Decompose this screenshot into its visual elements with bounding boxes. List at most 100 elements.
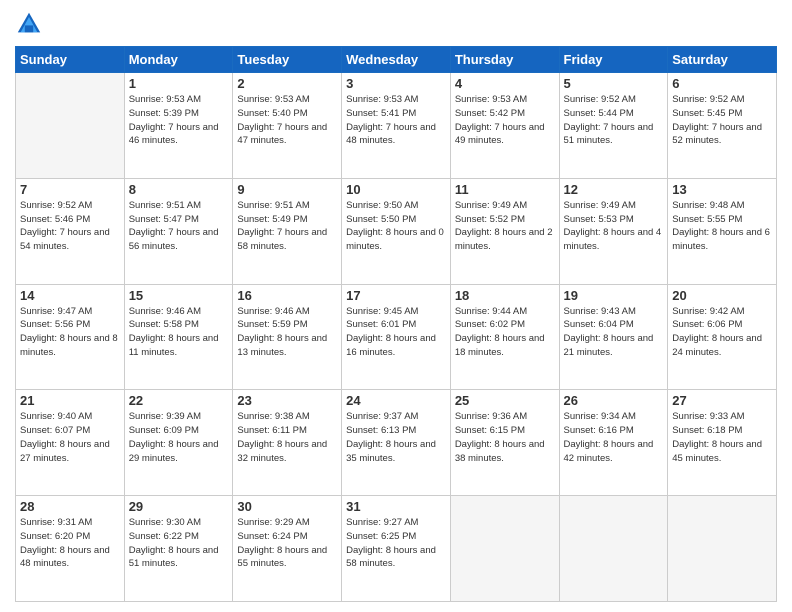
day-number: 1 bbox=[129, 76, 229, 91]
calendar-cell: 6 Sunrise: 9:52 AMSunset: 5:45 PMDaylight… bbox=[668, 73, 777, 179]
day-info: Sunrise: 9:45 AMSunset: 6:01 PMDaylight:… bbox=[346, 305, 446, 360]
day-number: 2 bbox=[237, 76, 337, 91]
day-info: Sunrise: 9:51 AMSunset: 5:49 PMDaylight:… bbox=[237, 199, 337, 254]
calendar-cell: 26Sunrise: 9:34 AMSunset: 6:16 PMDayligh… bbox=[559, 390, 668, 496]
calendar-cell: 23 Sunrise: 9:38 AMSunset: 6:11 PMDayligh… bbox=[233, 390, 342, 496]
header bbox=[15, 10, 777, 38]
day-info: Sunrise: 9:30 AMSunset: 6:22 PMDaylight:… bbox=[129, 516, 229, 571]
calendar-cell: 30 Sunrise: 9:29 AMSunset: 6:24 PMDayligh… bbox=[233, 496, 342, 602]
day-number: 13 bbox=[672, 182, 772, 197]
day-number: 8 bbox=[129, 182, 229, 197]
calendar-cell bbox=[16, 73, 125, 179]
calendar-cell: 16Sunrise: 9:46 AMSunset: 5:59 PMDayligh… bbox=[233, 284, 342, 390]
day-info: Sunrise: 9:37 AMSunset: 6:13 PMDaylight:… bbox=[346, 410, 446, 465]
day-info: Sunrise: 9:53 AMSunset: 5:39 PMDaylight:… bbox=[129, 93, 229, 148]
day-info: Sunrise: 9:52 AMSunset: 5:45 PMDaylight:… bbox=[672, 93, 772, 148]
day-info: Sunrise: 9:53 AMSunset: 5:42 PMDaylight:… bbox=[455, 93, 555, 148]
day-number: 20 bbox=[672, 288, 772, 303]
day-info: Sunrise: 9:46 AMSunset: 5:59 PMDaylight:… bbox=[237, 305, 337, 360]
calendar-cell: 2 Sunrise: 9:53 AMSunset: 5:40 PMDaylight… bbox=[233, 73, 342, 179]
day-info: Sunrise: 9:42 AMSunset: 6:06 PMDaylight:… bbox=[672, 305, 772, 360]
calendar-cell: 21 Sunrise: 9:40 AMSunset: 6:07 PMDayligh… bbox=[16, 390, 125, 496]
day-number: 28 bbox=[20, 499, 120, 514]
calendar-cell: 31 Sunrise: 9:27 AMSunset: 6:25 PMDayligh… bbox=[342, 496, 451, 602]
day-info: Sunrise: 9:52 AMSunset: 5:44 PMDaylight:… bbox=[564, 93, 664, 148]
day-info: Sunrise: 9:52 AMSunset: 5:46 PMDaylight:… bbox=[20, 199, 120, 254]
day-info: Sunrise: 9:46 AMSunset: 5:58 PMDaylight:… bbox=[129, 305, 229, 360]
day-number: 3 bbox=[346, 76, 446, 91]
day-number: 19 bbox=[564, 288, 664, 303]
day-info: Sunrise: 9:36 AMSunset: 6:15 PMDaylight:… bbox=[455, 410, 555, 465]
day-info: Sunrise: 9:53 AMSunset: 5:40 PMDaylight:… bbox=[237, 93, 337, 148]
calendar-header-thursday: Thursday bbox=[450, 47, 559, 73]
page-container: SundayMondayTuesdayWednesdayThursdayFrid… bbox=[0, 0, 792, 612]
calendar-header-row: SundayMondayTuesdayWednesdayThursdayFrid… bbox=[16, 47, 777, 73]
day-info: Sunrise: 9:34 AMSunset: 6:16 PMDaylight:… bbox=[564, 410, 664, 465]
day-info: Sunrise: 9:40 AMSunset: 6:07 PMDaylight:… bbox=[20, 410, 120, 465]
day-number: 5 bbox=[564, 76, 664, 91]
calendar-cell: 19 Sunrise: 9:43 AMSunset: 6:04 PMDayligh… bbox=[559, 284, 668, 390]
day-number: 30 bbox=[237, 499, 337, 514]
day-info: Sunrise: 9:48 AMSunset: 5:55 PMDaylight:… bbox=[672, 199, 772, 254]
day-info: Sunrise: 9:44 AMSunset: 6:02 PMDaylight:… bbox=[455, 305, 555, 360]
day-info: Sunrise: 9:43 AMSunset: 6:04 PMDaylight:… bbox=[564, 305, 664, 360]
calendar-header-monday: Monday bbox=[124, 47, 233, 73]
calendar-week-1: 1 Sunrise: 9:53 AMSunset: 5:39 PMDaylight… bbox=[16, 73, 777, 179]
day-number: 14 bbox=[20, 288, 120, 303]
day-number: 4 bbox=[455, 76, 555, 91]
day-info: Sunrise: 9:51 AMSunset: 5:47 PMDaylight:… bbox=[129, 199, 229, 254]
day-number: 25 bbox=[455, 393, 555, 408]
logo bbox=[15, 10, 47, 38]
day-info: Sunrise: 9:33 AMSunset: 6:18 PMDaylight:… bbox=[672, 410, 772, 465]
calendar-header-tuesday: Tuesday bbox=[233, 47, 342, 73]
calendar-cell: 18 Sunrise: 9:44 AMSunset: 6:02 PMDayligh… bbox=[450, 284, 559, 390]
day-info: Sunrise: 9:53 AMSunset: 5:41 PMDaylight:… bbox=[346, 93, 446, 148]
day-number: 11 bbox=[455, 182, 555, 197]
day-info: Sunrise: 9:31 AMSunset: 6:20 PMDaylight:… bbox=[20, 516, 120, 571]
calendar-cell: 7Sunrise: 9:52 AMSunset: 5:46 PMDaylight… bbox=[16, 178, 125, 284]
calendar-cell: 1 Sunrise: 9:53 AMSunset: 5:39 PMDaylight… bbox=[124, 73, 233, 179]
day-number: 17 bbox=[346, 288, 446, 303]
calendar-week-2: 7Sunrise: 9:52 AMSunset: 5:46 PMDaylight… bbox=[16, 178, 777, 284]
day-number: 23 bbox=[237, 393, 337, 408]
day-number: 12 bbox=[564, 182, 664, 197]
calendar-cell: 13 Sunrise: 9:48 AMSunset: 5:55 PMDayligh… bbox=[668, 178, 777, 284]
calendar-header-friday: Friday bbox=[559, 47, 668, 73]
day-number: 15 bbox=[129, 288, 229, 303]
logo-icon bbox=[15, 10, 43, 38]
calendar-cell: 5 Sunrise: 9:52 AMSunset: 5:44 PMDaylight… bbox=[559, 73, 668, 179]
day-number: 27 bbox=[672, 393, 772, 408]
day-info: Sunrise: 9:27 AMSunset: 6:25 PMDaylight:… bbox=[346, 516, 446, 571]
day-number: 24 bbox=[346, 393, 446, 408]
calendar-cell bbox=[559, 496, 668, 602]
calendar-header-saturday: Saturday bbox=[668, 47, 777, 73]
calendar-table: SundayMondayTuesdayWednesdayThursdayFrid… bbox=[15, 46, 777, 602]
calendar-cell: 17 Sunrise: 9:45 AMSunset: 6:01 PMDayligh… bbox=[342, 284, 451, 390]
calendar-week-5: 28 Sunrise: 9:31 AMSunset: 6:20 PMDayligh… bbox=[16, 496, 777, 602]
calendar-cell: 27 Sunrise: 9:33 AMSunset: 6:18 PMDayligh… bbox=[668, 390, 777, 496]
calendar-cell: 3 Sunrise: 9:53 AMSunset: 5:41 PMDaylight… bbox=[342, 73, 451, 179]
calendar-week-4: 21 Sunrise: 9:40 AMSunset: 6:07 PMDayligh… bbox=[16, 390, 777, 496]
day-number: 29 bbox=[129, 499, 229, 514]
calendar-week-3: 14 Sunrise: 9:47 AMSunset: 5:56 PMDayligh… bbox=[16, 284, 777, 390]
calendar-header-wednesday: Wednesday bbox=[342, 47, 451, 73]
day-info: Sunrise: 9:47 AMSunset: 5:56 PMDaylight:… bbox=[20, 305, 120, 360]
day-number: 9 bbox=[237, 182, 337, 197]
day-info: Sunrise: 9:29 AMSunset: 6:24 PMDaylight:… bbox=[237, 516, 337, 571]
day-number: 18 bbox=[455, 288, 555, 303]
calendar-cell: 8 Sunrise: 9:51 AMSunset: 5:47 PMDaylight… bbox=[124, 178, 233, 284]
day-info: Sunrise: 9:38 AMSunset: 6:11 PMDaylight:… bbox=[237, 410, 337, 465]
day-info: Sunrise: 9:39 AMSunset: 6:09 PMDaylight:… bbox=[129, 410, 229, 465]
day-number: 6 bbox=[672, 76, 772, 91]
calendar-cell bbox=[668, 496, 777, 602]
calendar-cell: 15 Sunrise: 9:46 AMSunset: 5:58 PMDayligh… bbox=[124, 284, 233, 390]
calendar-cell bbox=[450, 496, 559, 602]
day-number: 31 bbox=[346, 499, 446, 514]
calendar-cell: 28 Sunrise: 9:31 AMSunset: 6:20 PMDayligh… bbox=[16, 496, 125, 602]
calendar-cell: 29 Sunrise: 9:30 AMSunset: 6:22 PMDayligh… bbox=[124, 496, 233, 602]
calendar-header-sunday: Sunday bbox=[16, 47, 125, 73]
calendar-cell: 22 Sunrise: 9:39 AMSunset: 6:09 PMDayligh… bbox=[124, 390, 233, 496]
day-number: 22 bbox=[129, 393, 229, 408]
day-number: 21 bbox=[20, 393, 120, 408]
calendar-cell: 24 Sunrise: 9:37 AMSunset: 6:13 PMDayligh… bbox=[342, 390, 451, 496]
